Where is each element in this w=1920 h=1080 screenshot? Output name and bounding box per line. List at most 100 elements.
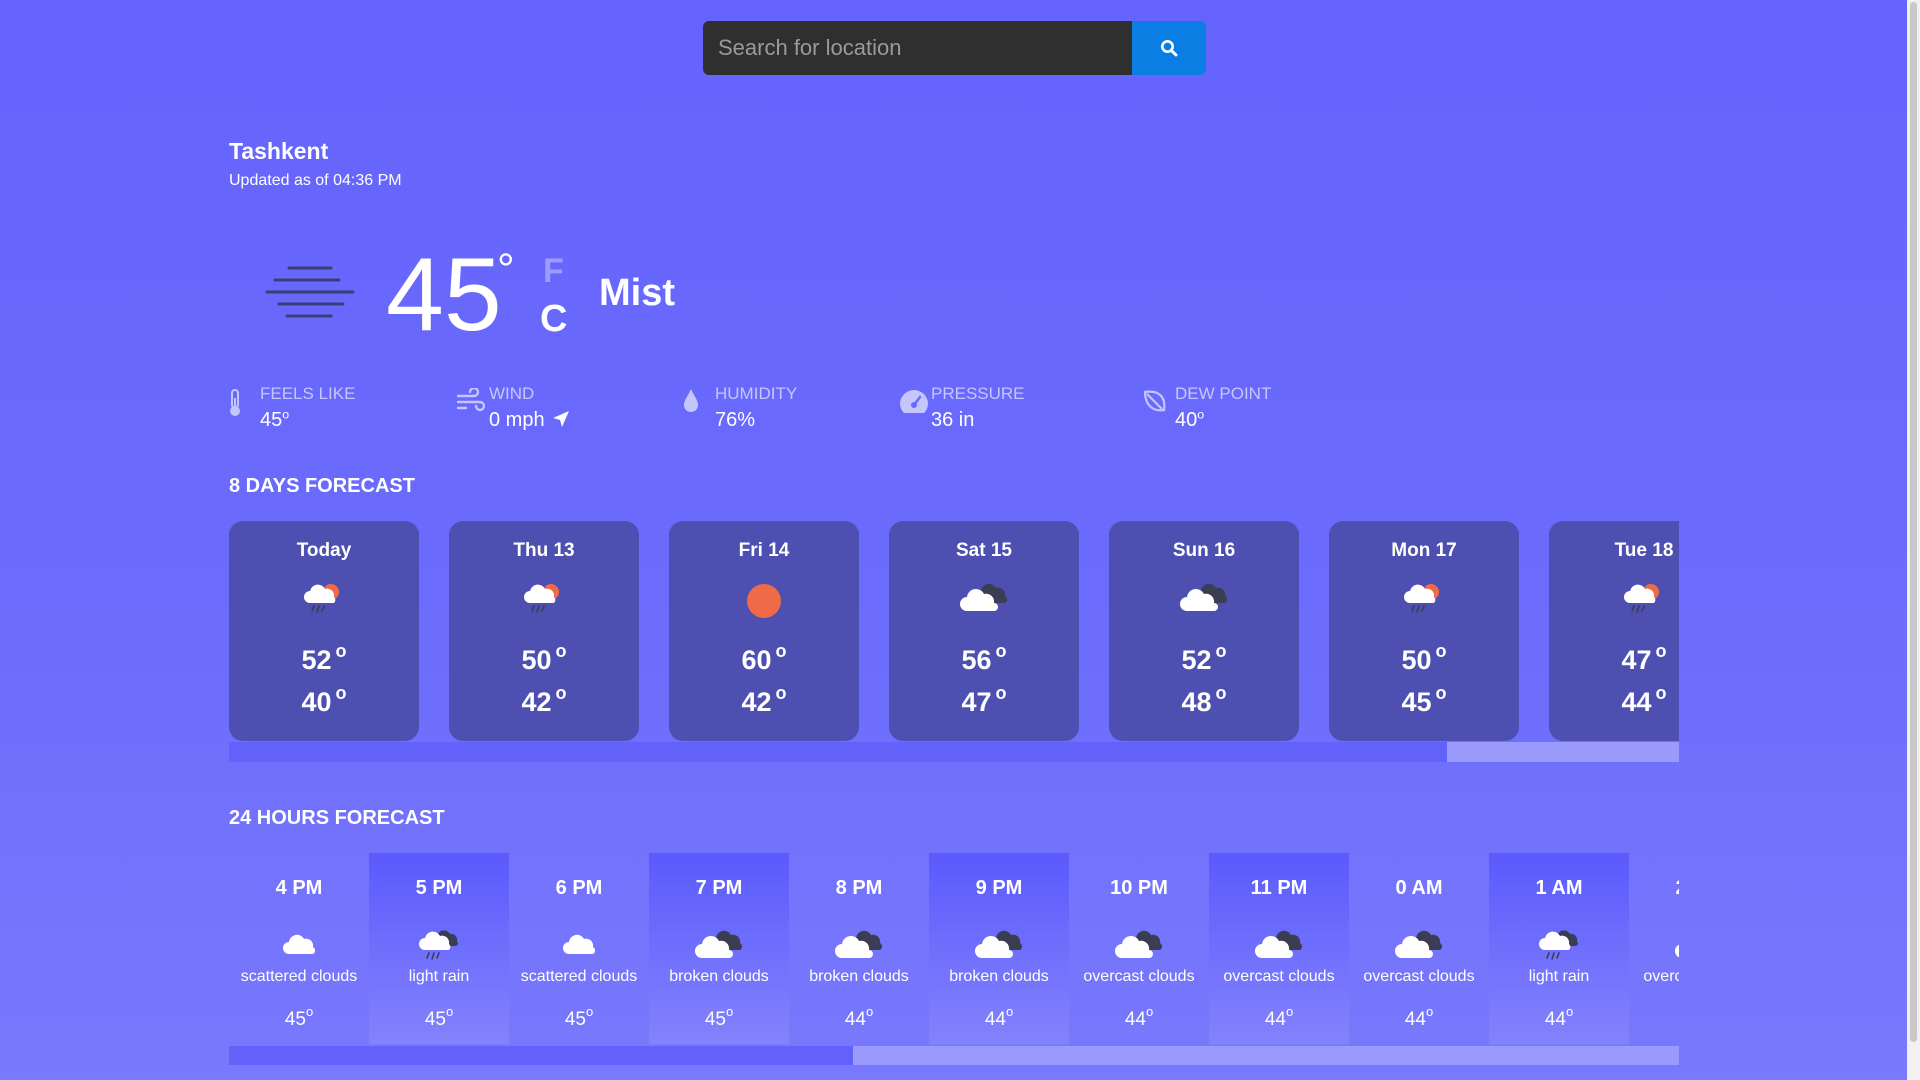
day-high-temp: 52 o — [1181, 641, 1227, 675]
page-scrollbar-thumb[interactable] — [1910, 2, 1917, 1042]
wind-label: WIND — [489, 384, 535, 403]
rain-icon — [1489, 928, 1629, 962]
hour-item[interactable]: 10 PM overcast clouds 44o — [1069, 853, 1209, 1044]
day-card[interactable]: Fri 14 60 o 42 o — [669, 521, 859, 741]
page-scrollbar[interactable] — [1907, 0, 1920, 1080]
hour-temp-value: 44 — [1544, 1009, 1566, 1030]
wind-speed: 0 mph — [489, 409, 545, 431]
hour-temp: 45o — [564, 1004, 594, 1030]
hour-temp: 45o — [284, 1004, 314, 1030]
day-low-value: 45 — [1401, 687, 1432, 717]
hour-item[interactable]: 11 PM overcast clouds 44o — [1209, 853, 1349, 1044]
day-low-temp: 44 o — [1621, 683, 1667, 717]
day-low-temp: 45 o — [1401, 683, 1447, 717]
daily-forecast-title: 8 DAYS FORECAST — [229, 475, 415, 497]
hour-temp: 44o — [1124, 1004, 1154, 1030]
hour-item[interactable]: 7 PM broken clouds 45o — [649, 853, 789, 1044]
hour-item[interactable]: 1 AM light rain 44o — [1489, 853, 1629, 1044]
rain-sun-icon — [1549, 581, 1679, 615]
hour-temp-value: 45 — [424, 1009, 446, 1030]
feels-like-label: FEELS LIKE — [260, 384, 356, 403]
day-low-temp: 48 o — [1181, 683, 1227, 717]
pressure-value: 36 in — [931, 409, 975, 431]
hour-item[interactable]: 4 PM scattered clouds 45o — [229, 853, 369, 1044]
daily-scrollbar-thumb[interactable] — [229, 742, 1447, 762]
day-card[interactable]: Mon 17 50 o 45 o — [1329, 521, 1519, 741]
hour-item[interactable]: 0 AM overcast clouds 44o — [1349, 853, 1489, 1044]
broken-clouds-icon — [649, 928, 789, 960]
day-card[interactable]: Tue 18 47 o 44 o — [1549, 521, 1679, 741]
rain-icon — [369, 928, 509, 962]
day-card[interactable]: Thu 13 50 o 42 o — [449, 521, 639, 741]
dew-point-value: 40o — [1175, 407, 1205, 431]
hour-temp-value: 45 — [564, 1009, 586, 1030]
hourly-forecast-list[interactable]: 4 PM scattered clouds 45o 5 PM light rain 45o… — [229, 853, 1679, 1065]
day-high-value: 52 — [301, 645, 332, 675]
hourly-scrollbar[interactable] — [229, 1046, 1679, 1065]
hour-item[interactable]: 5 PM light rain 45o — [369, 853, 509, 1044]
hour-item[interactable]: 2 AM overcast clouds 44o — [1629, 853, 1679, 1044]
hour-temp: 44o — [1264, 1004, 1294, 1030]
hour-temp: 44o — [844, 1004, 874, 1030]
unit-toggle-fahrenheit[interactable]: F — [543, 252, 564, 291]
unit-toggle-celsius[interactable]: C — [540, 298, 567, 341]
hour-description: overcast clouds — [1223, 968, 1335, 985]
hour-temp-value: 44 — [984, 1009, 1006, 1030]
wind-icon — [456, 388, 486, 412]
day-high-temp: 50 o — [521, 641, 567, 675]
hour-item[interactable]: 6 PM scattered clouds 45o — [509, 853, 649, 1044]
daily-forecast-list[interactable]: Today 52 o 40 o Thu 13 50 o 42 o Fri 14 60 o 42 o Sat 1… — [229, 521, 1679, 762]
day-name: Today — [296, 540, 352, 561]
day-name: Sat 15 — [956, 540, 1012, 561]
day-high-value: 50 — [1401, 645, 1432, 675]
day-card[interactable]: Today 52 o 40 o — [229, 521, 419, 741]
leaf-icon — [1143, 390, 1166, 412]
hour-time: 8 PM — [835, 877, 883, 899]
day-name: Tue 18 — [1614, 540, 1674, 561]
degree-symbol: ° — [497, 245, 515, 294]
rain-sun-icon — [449, 581, 639, 615]
day-high-value: 50 — [521, 645, 552, 675]
broken-clouds-icon — [1069, 928, 1209, 960]
day-low-temp: 40 o — [301, 683, 347, 717]
wind-direction-icon — [553, 411, 570, 427]
hour-temp: 45o — [424, 1004, 454, 1030]
broken-clouds-icon — [1109, 581, 1299, 613]
hourly-scrollbar-thumb[interactable] — [229, 1046, 853, 1065]
day-low-value: 48 — [1181, 687, 1212, 717]
feels-like-number: 45 — [260, 409, 283, 431]
search-bar — [703, 21, 1206, 75]
search-button[interactable] — [1132, 21, 1206, 75]
hourly-forecast-title: 24 HOURS FORECAST — [229, 807, 445, 829]
cloud-icon — [229, 928, 369, 958]
hour-description: scattered clouds — [520, 968, 638, 985]
hour-temp-value: 44 — [1264, 1009, 1286, 1030]
hour-temp-value: 45 — [284, 1009, 306, 1030]
hour-description: overcast clouds — [1083, 968, 1195, 985]
hour-temp: 44o — [1629, 1009, 1679, 1031]
day-low-value: 42 — [521, 687, 552, 717]
hour-time: 2 AM — [1629, 877, 1679, 900]
hour-temp-value: 44 — [1404, 1009, 1426, 1030]
day-high-temp: 47 o — [1621, 641, 1667, 675]
broken-clouds-icon — [929, 928, 1069, 960]
hour-item[interactable]: 8 PM broken clouds 44o — [789, 853, 929, 1044]
day-name: Mon 17 — [1391, 540, 1457, 561]
rain-sun-icon — [229, 581, 419, 615]
current-condition: Mist — [599, 272, 675, 314]
hour-time: 4 PM — [275, 877, 323, 899]
hour-item[interactable]: 9 PM broken clouds 44o — [929, 853, 1069, 1044]
broken-clouds-icon — [789, 928, 929, 960]
day-high-temp: 56 o — [961, 641, 1007, 675]
daily-scrollbar[interactable] — [229, 742, 1679, 762]
hour-description: broken clouds — [809, 968, 909, 985]
day-low-value: 44 — [1621, 687, 1652, 717]
day-card[interactable]: Sat 15 56 o 47 o — [889, 521, 1079, 741]
hour-time: 1 AM — [1535, 877, 1583, 899]
hour-temp: 44o — [1404, 1004, 1434, 1030]
day-low-value: 42 — [741, 687, 772, 717]
search-input[interactable] — [703, 21, 1132, 75]
city-name: Tashkent — [229, 138, 329, 164]
updated-time: Updated as of 04:36 PM — [229, 172, 402, 190]
day-card[interactable]: Sun 16 52 o 48 o — [1109, 521, 1299, 741]
